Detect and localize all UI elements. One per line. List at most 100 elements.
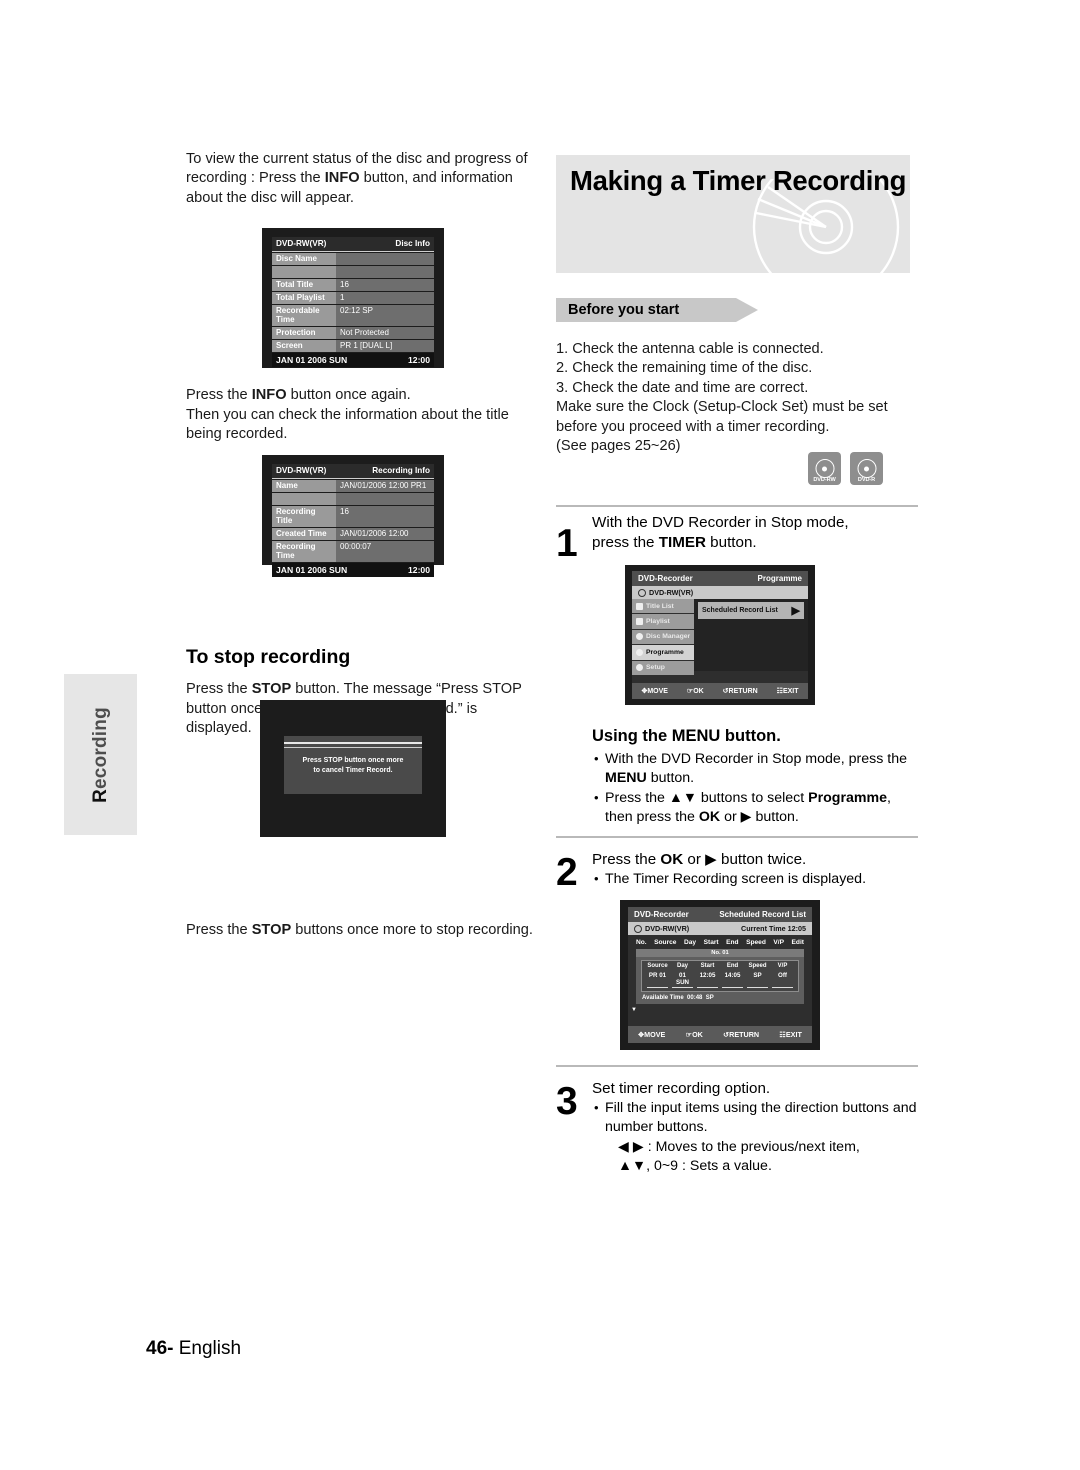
table-row	[272, 492, 434, 505]
field-day[interactable]: 01 SUN	[672, 972, 693, 988]
programme-brand: DVD-Recorder	[638, 574, 693, 583]
playlist-icon	[636, 618, 643, 626]
schedule-title: Scheduled Record List	[719, 910, 806, 919]
field-source[interactable]: PR 01	[647, 972, 668, 988]
schedule-entry-number: No. 01	[636, 949, 804, 957]
divider	[556, 1065, 918, 1067]
footer-ok: ☞OK	[686, 688, 704, 695]
stop-dialog-message: Press STOP button once more to cancel Ti…	[284, 756, 422, 776]
schedule-field-headers: Source Day Start End Speed V/P	[645, 963, 795, 969]
row-label: Recordable Time	[272, 304, 336, 326]
programme-menu-body: Title List Playlist Disc Manager Program…	[632, 599, 808, 676]
footer-exit: ☷EXIT	[776, 688, 799, 695]
list-item: Fill the input items using the direction…	[592, 1098, 918, 1137]
schedule-titlebar: DVD-Recorder Scheduled Record List	[628, 907, 812, 922]
field-vp[interactable]: Off	[772, 972, 793, 988]
column-header: Edit	[791, 939, 804, 946]
disc-compatibility-badges: DVD-RW DVD-R	[808, 452, 883, 485]
checklist: 1. Check the antenna cable is connected.…	[556, 340, 918, 456]
footer-exit: ☷EXIT	[779, 1030, 802, 1039]
schedule-entry-panel: No. 01 Source Day Start End Speed V/P PR…	[636, 949, 804, 1004]
stop-recording-dialog-screen: Press STOP button once more to cancel Ti…	[260, 700, 446, 837]
disc-info-date: JAN 01 2006 SUN	[276, 354, 348, 365]
using-menu-heading: Using the MENU button.	[592, 727, 781, 745]
row-value: 16	[336, 278, 434, 291]
menu-item-disc-manager[interactable]: Disc Manager	[632, 629, 694, 646]
programme-menu-titlebar: DVD-Recorder Programme	[632, 571, 808, 586]
step-3-subline-2: ▲▼, 0~9 : Sets a value.	[618, 1158, 772, 1174]
checklist-item: before you proceed with a timer recordin…	[556, 418, 830, 435]
row-value	[336, 265, 434, 278]
stop-dialog-line-1: Press STOP button once more	[302, 757, 404, 764]
schedule-entry-fields[interactable]: Source Day Start End Speed V/P PR 01 01 …	[641, 960, 799, 992]
disc-info-footer: JAN 01 2006 SUN 12:00	[272, 352, 434, 367]
row-label: Recording Title	[272, 505, 336, 527]
table-row: Recording Title 16	[272, 505, 434, 527]
row-value: PR 1 [DUAL L]	[336, 339, 434, 352]
scheduled-record-list-screen: DVD-Recorder Scheduled Record List DVD-R…	[620, 900, 820, 1050]
recording-info-panel: DVD-RW(VR) Recording Info Name JAN/01/200…	[272, 464, 434, 577]
field-speed[interactable]: SP	[747, 972, 768, 988]
scheduled-record-list-entry[interactable]: Scheduled Record List ▶	[698, 602, 804, 619]
scroll-down-icon[interactable]: ▼	[631, 1007, 637, 1013]
schedule-shell: DVD-Recorder Scheduled Record List DVD-R…	[628, 907, 812, 1043]
menu-item-label: Programme	[646, 648, 684, 656]
menu-item-title-list[interactable]: Title List	[632, 599, 694, 615]
chevron-right-icon: ▶	[791, 605, 800, 617]
stop-recording-paragraph-2: Press the STOP buttons once more to stop…	[186, 921, 533, 938]
intro-paragraph-1: To view the current status of the disc a…	[186, 151, 528, 206]
menu-item-setup[interactable]: Setup	[632, 660, 694, 676]
row-value: 00:00:07	[336, 540, 434, 562]
disc-info-screen: DVD-RW(VR) Disc Info Disc Name Total Tit…	[262, 228, 444, 368]
row-value	[336, 252, 434, 265]
stop-dialog-box: Press STOP button once more to cancel Ti…	[284, 736, 422, 794]
section-tab-recording: Recording	[64, 674, 137, 835]
page-footer: 46- English	[146, 1338, 241, 1360]
row-value: JAN/01/2006 12:00 PR1	[336, 479, 434, 492]
row-value: JAN/01/2006 12:00	[336, 527, 434, 540]
recording-info-disc-type: DVD-RW(VR)	[276, 466, 327, 475]
menu-item-programme[interactable]: Programme	[632, 645, 694, 661]
page-title: Making a Timer Recording	[570, 165, 907, 196]
recording-info-footer: JAN 01 2006 SUN 12:00	[272, 562, 434, 577]
disc-info-header: DVD-RW(VR) Disc Info	[272, 237, 434, 252]
manual-page: Recording To view the current status of …	[0, 0, 1080, 1470]
menu-item-label: Title List	[646, 602, 674, 610]
row-label: Recording Time	[272, 540, 336, 562]
table-row	[272, 265, 434, 278]
schedule-column-headers: No. Source Day Start End Speed V/P Edit	[628, 935, 812, 949]
column-header: End	[726, 939, 739, 946]
programme-menu-screen: DVD-Recorder Programme DVD-RW(VR) Title …	[625, 565, 815, 705]
title-list-icon	[636, 602, 643, 610]
row-label	[272, 265, 336, 278]
step-3-sublines: ◀ ▶ : Moves to the previous/next item, ▲…	[592, 1138, 918, 1176]
column-header: Speed	[746, 939, 766, 946]
row-label: Name	[272, 479, 336, 492]
programme-icon	[636, 648, 643, 656]
field-end[interactable]: 14:05	[722, 972, 743, 988]
programme-menu-footer: ✥MOVE ☞OK ↺RETURN ☷EXIT	[632, 683, 808, 699]
step-2-text: Press the OK or ▶ button twice. The Time…	[592, 850, 918, 890]
field-header: V/P	[777, 963, 788, 969]
page-number: 46	[146, 1338, 168, 1359]
menu-item-playlist[interactable]: Playlist	[632, 614, 694, 630]
banner-arrow-tip	[736, 298, 758, 322]
programme-disc-type: DVD-RW(VR)	[649, 588, 694, 597]
recording-info-time: 12:00	[408, 564, 430, 575]
field-start[interactable]: 12:05	[697, 972, 718, 988]
page-number-dash: -	[167, 1338, 179, 1359]
column-header: Day	[683, 939, 697, 946]
row-label: Created Time	[272, 527, 336, 540]
checklist-item: 1. Check the antenna cable is connected.	[556, 341, 824, 357]
recording-info-header: DVD-RW(VR) Recording Info	[272, 464, 434, 479]
list-item: The Timer Recording screen is displayed.	[592, 869, 918, 889]
step-1-text: With the DVD Recorder in Stop mode, pres…	[592, 514, 849, 551]
stop-dialog-line-2: to cancel Timer Record.	[313, 767, 393, 774]
recording-info-date: JAN 01 2006 SUN	[276, 564, 348, 575]
table-row: Protection Not Protected	[272, 326, 434, 339]
row-value	[336, 492, 434, 505]
disc-manager-icon	[636, 633, 643, 641]
table-row: Recordable Time 02:12 SP	[272, 304, 434, 326]
field-header: Source	[647, 963, 668, 969]
section-tab-label-rest: ecording	[89, 706, 111, 789]
